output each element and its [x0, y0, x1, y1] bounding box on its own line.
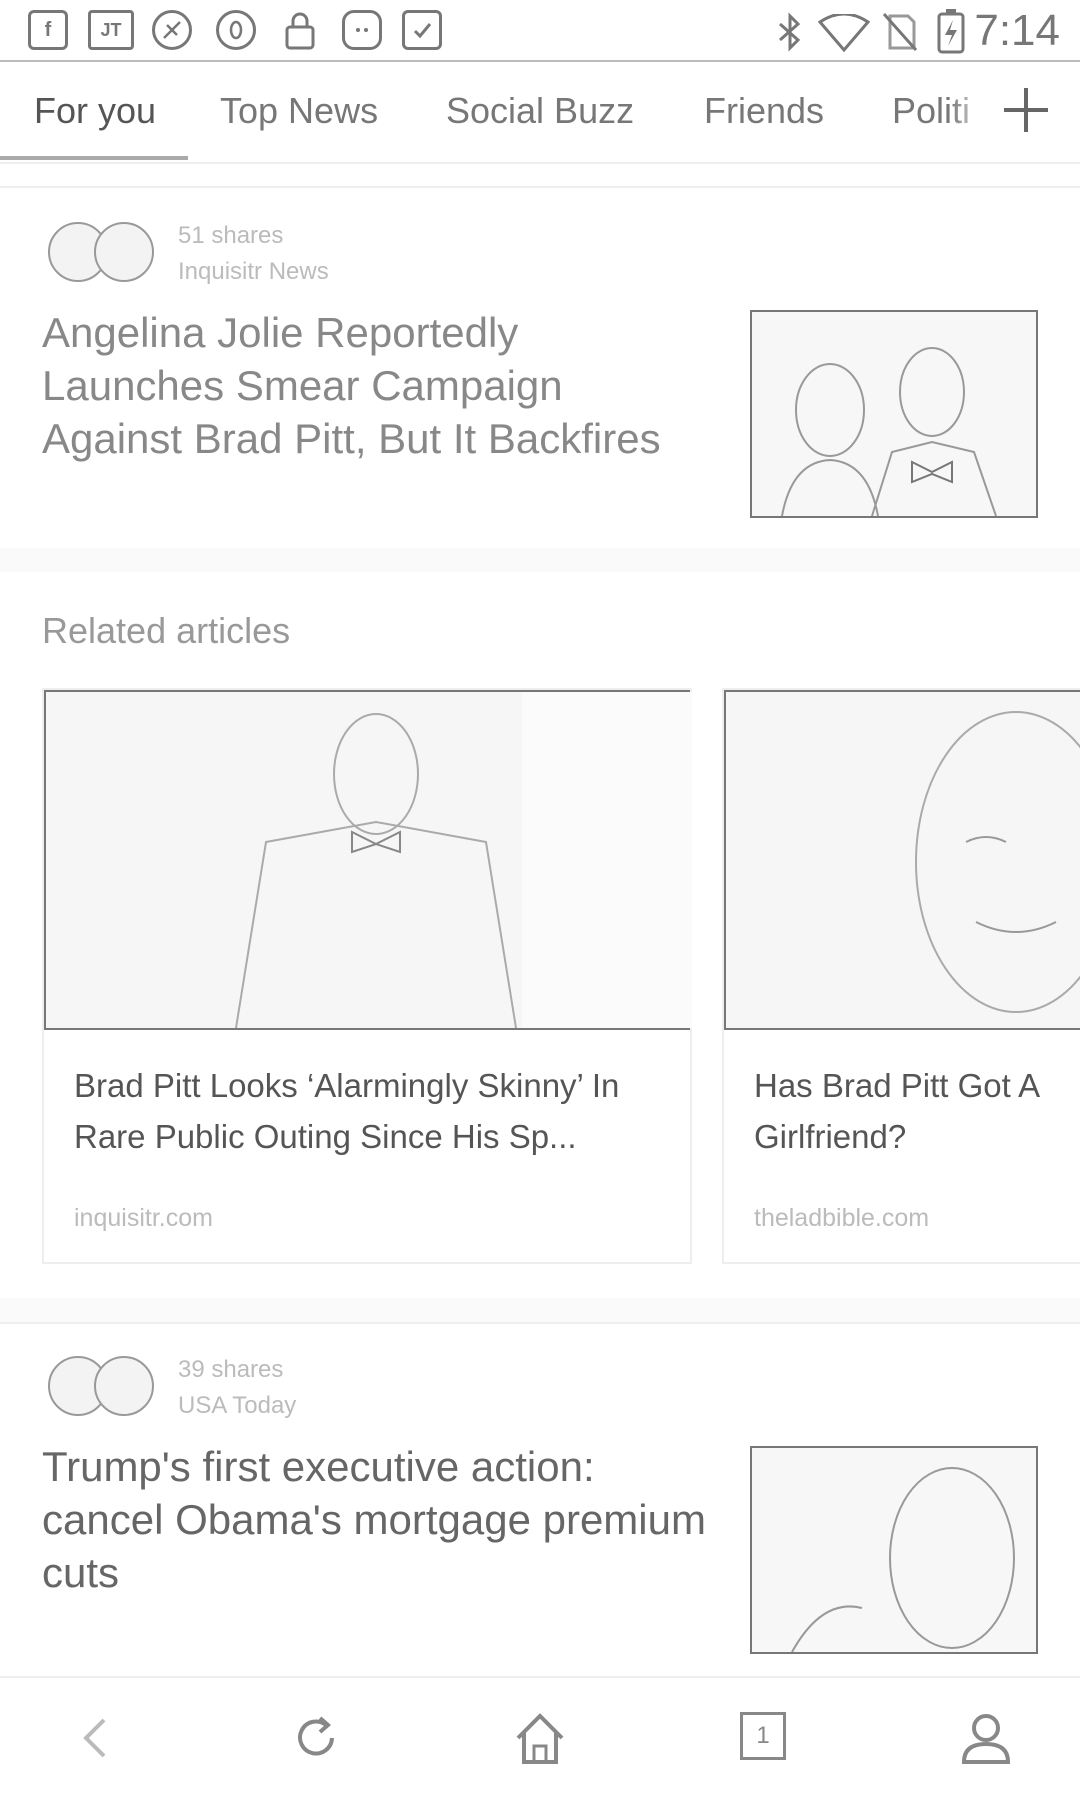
share-count: 51 shares [178, 222, 284, 249]
section-divider [0, 1298, 1080, 1322]
tab-count: 1 [740, 1712, 786, 1760]
section-divider [0, 548, 1080, 572]
related-articles-heading: Related articles [42, 610, 291, 651]
refresh-icon[interactable] [286, 1708, 346, 1768]
facebook-icon: f [28, 10, 68, 50]
no-sim-icon [882, 12, 918, 57]
article-card[interactable]: 39 shares USA Today Trump's first execut… [0, 1322, 1080, 1678]
profile-icon[interactable] [956, 1708, 1016, 1768]
lock-icon [280, 10, 320, 50]
tab-friends[interactable]: Friends [704, 90, 824, 132]
related-article-card[interactable]: Has Brad Pitt Got A Girlfriend? theladbi… [722, 688, 1080, 1264]
bottom-navigation: 1 [0, 1676, 1080, 1796]
related-article-title[interactable]: Brad Pitt Looks ‘Alarmingly Skinny’ In R… [74, 1060, 660, 1162]
sharer-avatars [48, 1356, 158, 1416]
article-headline[interactable]: Angelina Jolie Reportedly Launches Smear… [42, 306, 712, 465]
avatar [94, 1356, 154, 1416]
add-category-button[interactable] [998, 82, 1054, 138]
article-thumbnail[interactable] [750, 310, 1038, 518]
share-count: 39 shares [178, 1356, 284, 1383]
battery-charging-icon [936, 8, 966, 59]
related-article-source: inquisitr.com [74, 1204, 213, 1232]
category-tabs: For you Top News Social Buzz Friends Pol… [0, 62, 1080, 164]
article-thumbnail[interactable] [750, 1446, 1038, 1654]
jt-app-icon: JT [88, 10, 134, 50]
tab-top-news[interactable]: Top News [220, 90, 378, 132]
wifi-icon [817, 12, 871, 57]
related-article-card[interactable]: Brad Pitt Looks ‘Alarmingly Skinny’ In R… [42, 688, 692, 1264]
opera-icon [216, 10, 256, 50]
tab-for-you[interactable]: For you [34, 90, 156, 132]
tab-social-buzz[interactable]: Social Buzz [446, 90, 634, 132]
active-tab-indicator [0, 156, 188, 160]
status-bar: f JT 7:14 [0, 0, 1080, 62]
related-article-title[interactable]: Has Brad Pitt Got A Girlfriend? [754, 1060, 1080, 1162]
related-article-image [724, 690, 1080, 1030]
avatar [94, 222, 154, 282]
sharer-avatars [48, 222, 158, 282]
back-icon[interactable] [66, 1708, 126, 1768]
article-source[interactable]: Inquisitr News [178, 258, 329, 286]
article-headline[interactable]: Trump's first executive action: cancel O… [42, 1440, 712, 1599]
bluetooth-icon [776, 12, 804, 57]
tabs-icon[interactable]: 1 [734, 1708, 794, 1768]
home-icon[interactable] [510, 1708, 570, 1768]
related-article-image [44, 690, 692, 1030]
app-icon [152, 10, 192, 50]
android-icon [342, 10, 382, 50]
clipboard-check-icon [402, 10, 442, 50]
article-card[interactable]: 51 shares Inquisitr News Angelina Jolie … [0, 186, 1080, 550]
article-source[interactable]: USA Today [178, 1392, 296, 1420]
tabs-fade [950, 62, 990, 162]
clock: 7:14 [974, 6, 1060, 55]
related-article-source: theladbible.com [754, 1204, 930, 1232]
